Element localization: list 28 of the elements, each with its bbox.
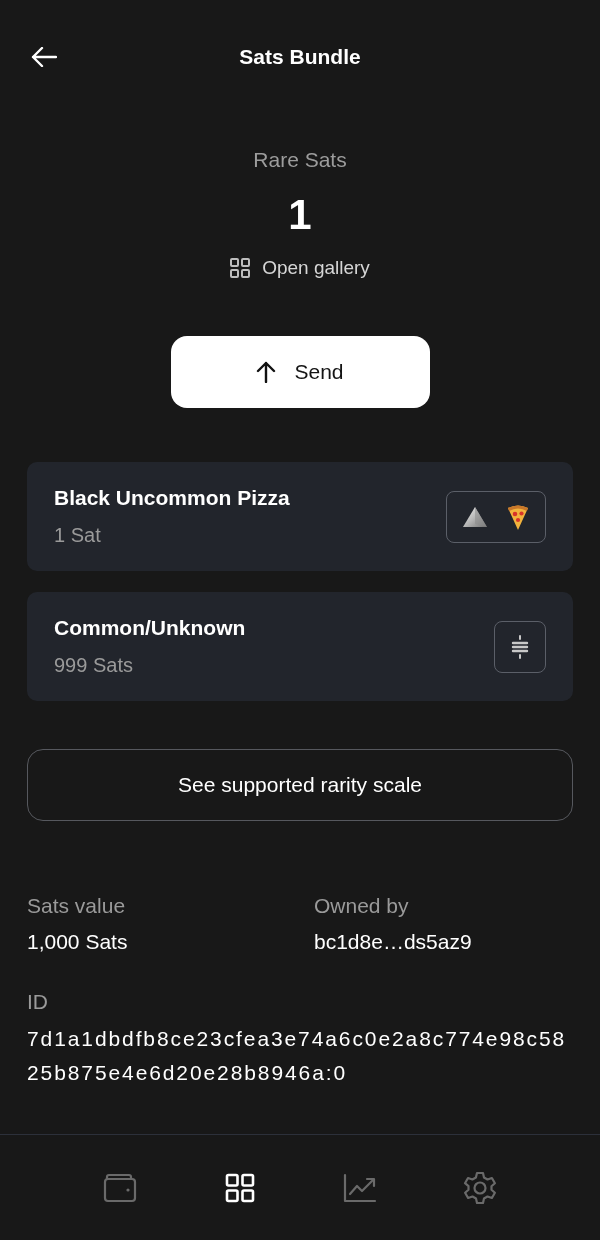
chart-icon <box>343 1172 377 1203</box>
triangle-icon <box>463 506 487 527</box>
open-gallery-link[interactable]: Open gallery <box>230 255 370 281</box>
bundle-amount: 1 Sat <box>54 523 102 548</box>
detail-label: Sats value <box>27 893 127 919</box>
detail-label: Owned by <box>314 893 410 919</box>
grid-icon <box>230 258 251 278</box>
detail-value: bc1d8e…ds5az9 <box>314 929 473 955</box>
rare-sats-count: 1 <box>288 191 312 239</box>
bundle-name: Common/Unknown <box>54 615 246 641</box>
detail-value: 1,000 Sats <box>27 929 129 955</box>
settings-icon <box>463 1170 497 1205</box>
bundle-amount: 999 Sats <box>54 653 134 678</box>
rarity-scale-button[interactable]: See supported rarity scale <box>27 749 573 821</box>
pizza-slice-icon <box>507 503 529 530</box>
grid-icon <box>225 1172 255 1203</box>
page-title: Sats Bundle <box>239 44 361 70</box>
bars-icon <box>511 634 529 659</box>
send-button[interactable]: Send <box>170 336 430 408</box>
rare-sats-label: Rare Sats <box>253 147 347 173</box>
id-value: 7d1a1dbdfb8ce23cfea3e74a6c0e2a8c774e98c5825b875e4e6d20e28b8946a:0 <box>27 1026 568 1086</box>
bundle-name: Black Uncommon Pizza <box>54 485 290 511</box>
bundle-card[interactable]: Black Uncommon Pizza 1 Sat <box>27 462 573 571</box>
id-label: ID <box>27 989 49 1015</box>
back-arrow-icon <box>31 47 57 67</box>
arrow-up-icon <box>256 361 277 383</box>
bundle-card[interactable]: Common/Unknown 999 Sats <box>27 592 573 701</box>
wallet-icon <box>103 1172 137 1203</box>
